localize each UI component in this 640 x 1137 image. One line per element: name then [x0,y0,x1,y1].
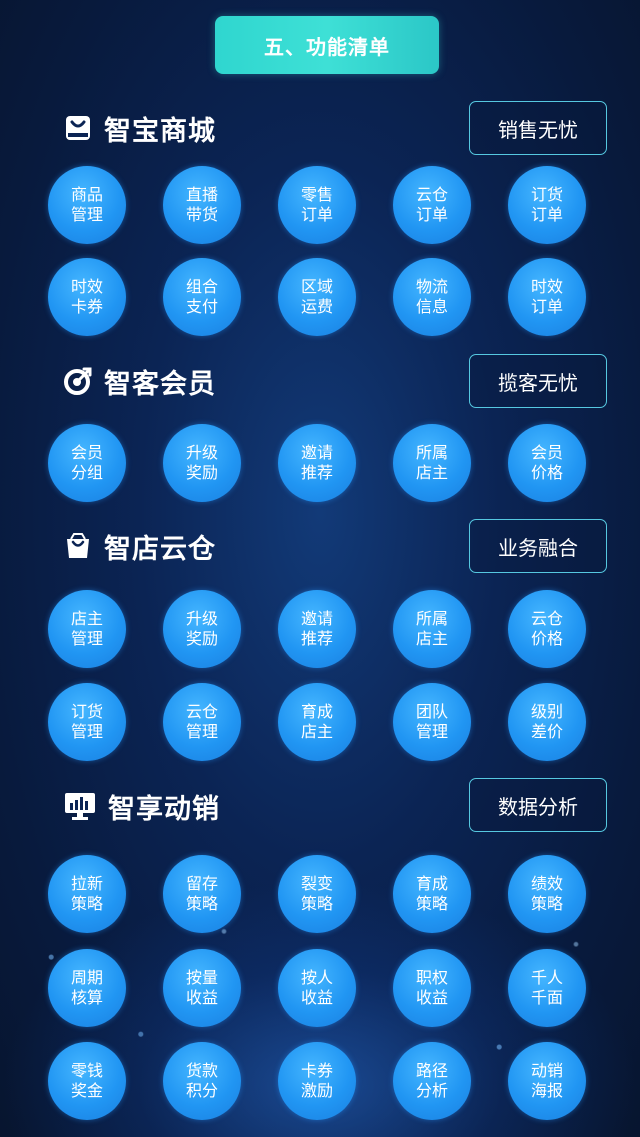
feature-item[interactable]: 直播 带货 [163,166,241,244]
store-bag-icon [62,530,94,562]
feature-item[interactable]: 千人 千面 [508,949,586,1027]
page-title: 五、功能清单 [215,16,439,74]
section-header: 智店云仓 [62,526,216,566]
target-arrow-icon [62,365,94,397]
feature-item[interactable]: 组合 支付 [163,258,241,336]
feature-item[interactable]: 所属 店主 [393,424,471,502]
feature-item[interactable]: 周期 核算 [48,949,126,1027]
feature-item[interactable]: 拉新 策略 [48,855,126,933]
feature-item[interactable]: 团队 管理 [393,683,471,761]
feature-row: 零钱 奖金 货款 积分 卡券 激励 路径 分析 动销 海报 [48,1042,588,1120]
feature-item[interactable]: 升级 奖励 [163,590,241,668]
feature-item[interactable]: 职权 收益 [393,949,471,1027]
feature-item[interactable]: 云仓 价格 [508,590,586,668]
section-title: 智宝商城 [104,115,216,147]
feature-item[interactable]: 零售 订单 [278,166,356,244]
feature-item[interactable]: 商品 管理 [48,166,126,244]
feature-item[interactable]: 卡券 激励 [278,1042,356,1120]
tag-data[interactable]: 数据分析 [469,778,607,832]
feature-item[interactable]: 按量 收益 [163,949,241,1027]
section-title: 智享动销 [108,793,220,825]
feature-item[interactable]: 云仓 管理 [163,683,241,761]
feature-item[interactable]: 货款 积分 [163,1042,241,1120]
feature-item[interactable]: 按人 收益 [278,949,356,1027]
tag-customer[interactable]: 揽客无忧 [469,354,607,408]
feature-item[interactable]: 订货 订单 [508,166,586,244]
feature-row: 订货 管理 云仓 管理 育成 店主 团队 管理 级别 差价 [48,683,588,761]
section-header: 智宝商城 [62,108,216,148]
feature-item[interactable]: 绩效 策略 [508,855,586,933]
feature-item[interactable]: 零钱 奖金 [48,1042,126,1120]
section-title: 智店云仓 [104,533,216,565]
feature-row: 商品 管理 直播 带货 零售 订单 云仓 订单 订货 订单 [48,166,588,244]
feature-item[interactable]: 育成 店主 [278,683,356,761]
feature-item[interactable]: 级别 差价 [508,683,586,761]
feature-row: 拉新 策略 留存 策略 裂变 策略 育成 策略 绩效 策略 [48,855,588,933]
feature-item[interactable]: 会员 分组 [48,424,126,502]
feature-item[interactable]: 留存 策略 [163,855,241,933]
feature-item[interactable]: 会员 价格 [508,424,586,502]
feature-item[interactable]: 店主 管理 [48,590,126,668]
feature-item[interactable]: 路径 分析 [393,1042,471,1120]
feature-item[interactable]: 邀请 推荐 [278,590,356,668]
feature-item[interactable]: 邀请 推荐 [278,424,356,502]
feature-item[interactable]: 升级 奖励 [163,424,241,502]
tag-business[interactable]: 业务融合 [469,519,607,573]
feature-item[interactable]: 时效 卡券 [48,258,126,336]
feature-item[interactable]: 动销 海报 [508,1042,586,1120]
feature-row: 店主 管理 升级 奖励 邀请 推荐 所属 店主 云仓 价格 [48,590,588,668]
section-title: 智客会员 [104,368,216,400]
section-header: 智享动销 [62,786,220,826]
feature-item[interactable]: 所属 店主 [393,590,471,668]
feature-item[interactable]: 订货 管理 [48,683,126,761]
feature-item[interactable]: 区域 运费 [278,258,356,336]
monitor-chart-icon [62,790,98,822]
feature-row: 会员 分组 升级 奖励 邀请 推荐 所属 店主 会员 价格 [48,424,588,502]
feature-item[interactable]: 时效 订单 [508,258,586,336]
feature-item[interactable]: 育成 策略 [393,855,471,933]
feature-item[interactable]: 云仓 订单 [393,166,471,244]
feature-row: 时效 卡券 组合 支付 区域 运费 物流 信息 时效 订单 [48,258,588,336]
section-header: 智客会员 [62,361,216,401]
tag-sales[interactable]: 销售无忧 [469,101,607,155]
feature-item[interactable]: 物流 信息 [393,258,471,336]
feature-row: 周期 核算 按量 收益 按人 收益 职权 收益 千人 千面 [48,949,588,1027]
shopping-bag-icon [62,112,94,144]
feature-item[interactable]: 裂变 策略 [278,855,356,933]
